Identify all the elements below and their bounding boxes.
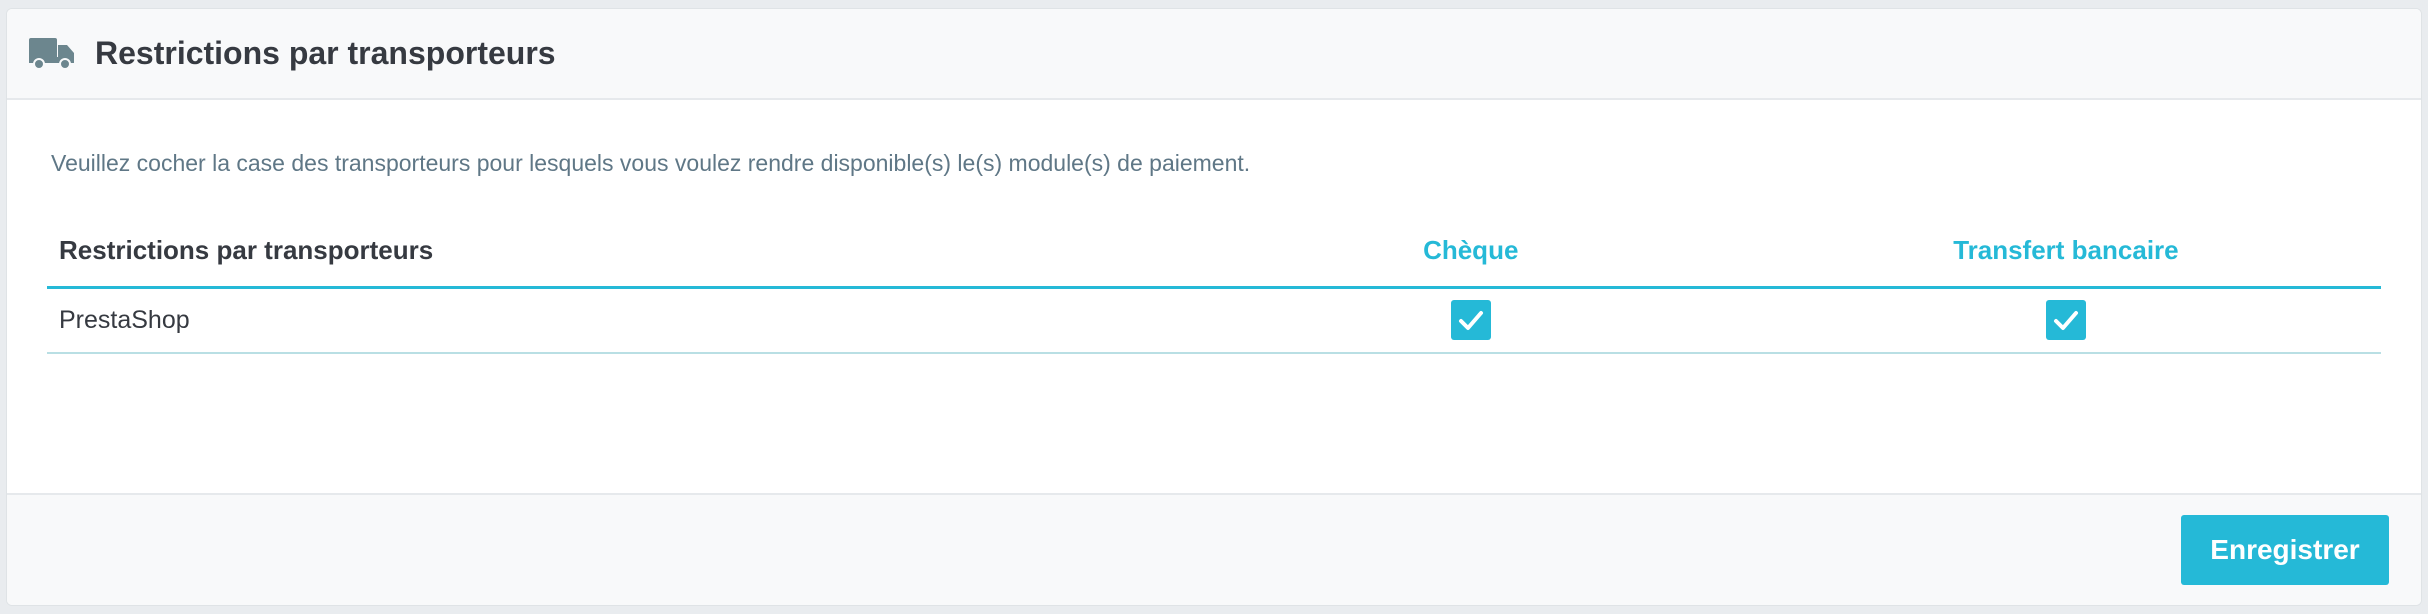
cheque-cell <box>1190 287 1751 354</box>
panel-footer: Enregistrer <box>7 493 2421 605</box>
save-button[interactable]: Enregistrer <box>2181 515 2389 585</box>
carrier-restrictions-panel: Restrictions par transporteurs Veuillez … <box>6 8 2422 606</box>
header-cheque: Chèque <box>1190 215 1751 289</box>
header-carrier: Restrictions par transporteurs <box>47 215 1191 289</box>
carrier-name: PrestaShop <box>47 287 1191 354</box>
restrictions-table: Restrictions par transporteurs Chèque Tr… <box>47 215 2381 354</box>
panel-title: Restrictions par transporteurs <box>95 35 556 71</box>
help-text: Veuillez cocher la case des transporteur… <box>51 150 1251 176</box>
table-row: PrestaShop <box>47 287 2381 354</box>
header-transfert: Transfert bancaire <box>1750 215 2381 289</box>
check-icon <box>2053 311 2078 331</box>
transfert-cell <box>1750 287 2381 354</box>
cheque-checkbox[interactable] <box>1450 300 1491 341</box>
panel-body: Veuillez cocher la case des transporteur… <box>7 100 2421 495</box>
check-icon <box>1458 311 1483 331</box>
panel-heading: Restrictions par transporteurs <box>7 9 2421 100</box>
transfert-checkbox[interactable] <box>2045 300 2086 341</box>
truck-icon <box>29 36 75 72</box>
